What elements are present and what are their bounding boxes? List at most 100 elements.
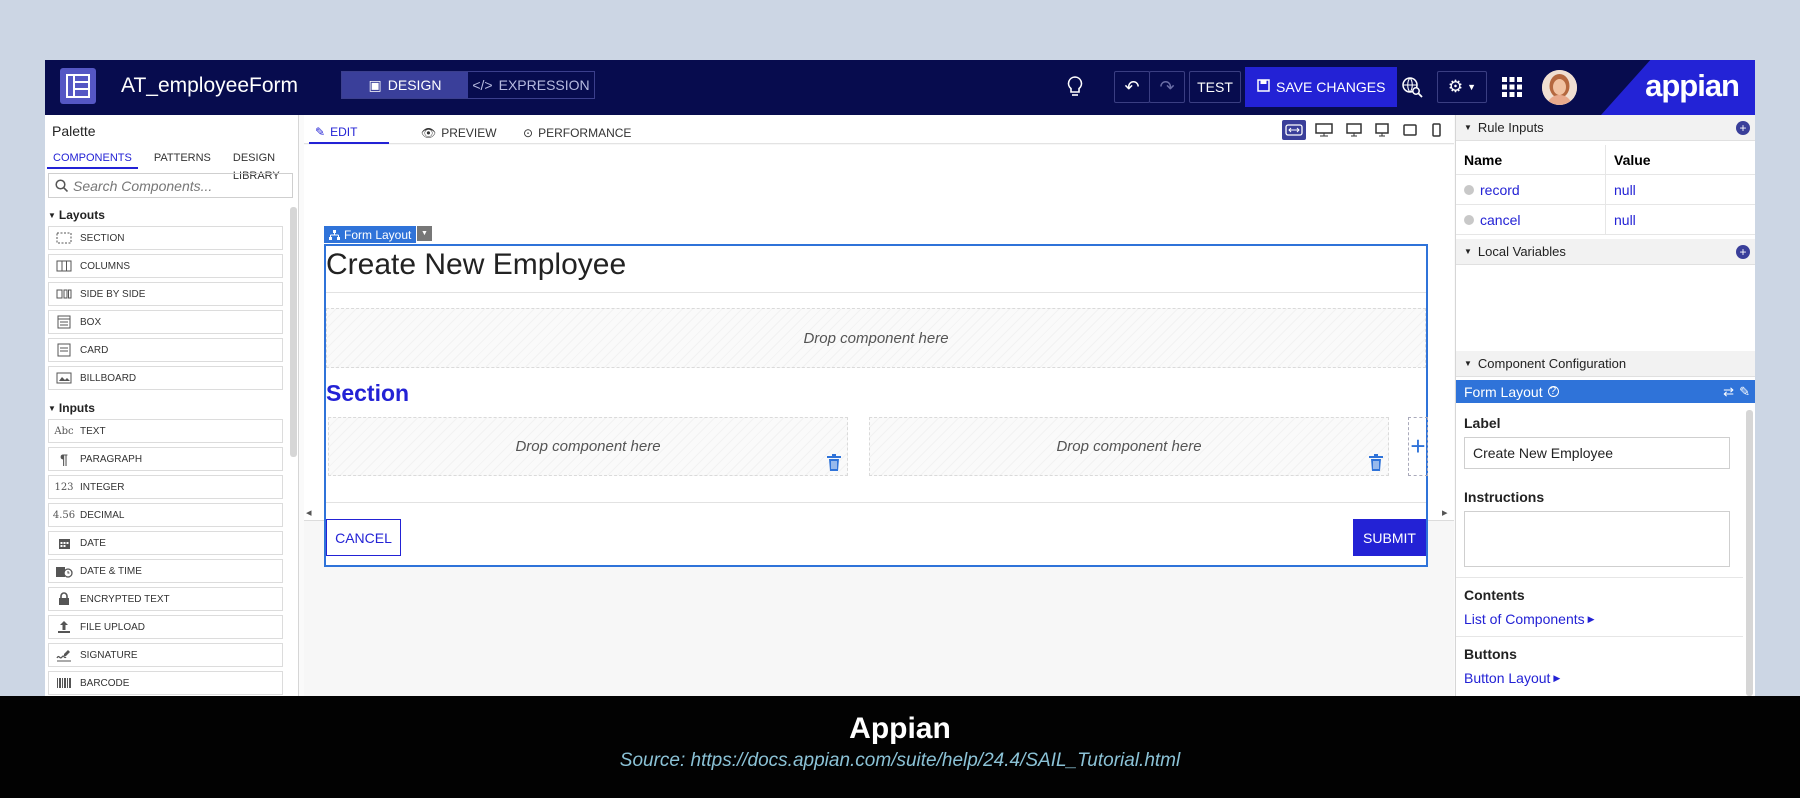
form-layout-menu-button[interactable]: ▼ xyxy=(417,226,432,241)
palette-item-label: FILE UPLOAD xyxy=(80,621,146,633)
tab-performance[interactable]: ⊙ PERFORMANCE xyxy=(517,122,637,144)
desktop-wide-button[interactable] xyxy=(1312,120,1336,140)
rule-input-name[interactable]: cancel xyxy=(1480,212,1520,228)
group-layouts[interactable]: ▼ Layouts xyxy=(48,208,105,222)
apps-grid-icon[interactable] xyxy=(1497,71,1527,103)
contents-link[interactable]: List of Components ▶ xyxy=(1464,611,1595,627)
palette-scrollbar[interactable] xyxy=(290,207,297,457)
table-header: Name Value xyxy=(1456,145,1755,175)
expression-mode-button[interactable]: </> EXPRESSION xyxy=(468,72,594,98)
scroll-left-icon[interactable]: ◂ xyxy=(306,506,312,519)
palette-item-label: INTEGER xyxy=(80,481,125,493)
add-rule-input-icon[interactable]: + xyxy=(1736,121,1750,135)
table-row[interactable]: cancel null xyxy=(1456,205,1755,235)
submit-button[interactable]: SUBMIT xyxy=(1353,519,1426,556)
palette-item-columns[interactable]: COLUMNS xyxy=(48,254,283,278)
divider xyxy=(326,292,1426,293)
trash-icon[interactable] xyxy=(826,454,842,472)
palette-item-label: COLUMNS xyxy=(80,260,131,272)
instructions-textarea[interactable] xyxy=(1464,511,1730,567)
palette-item-label: DECIMAL xyxy=(80,509,125,521)
save-changes-button[interactable]: SAVE CHANGES xyxy=(1245,67,1398,107)
panel-scrollbar[interactable] xyxy=(1746,410,1753,696)
rule-input-value[interactable]: null xyxy=(1606,212,1636,228)
form-layout-tag[interactable]: Form Layout xyxy=(324,226,417,243)
rule-inputs-header[interactable]: ▼ Rule Inputs + xyxy=(1456,115,1755,141)
palette-item-side-by-side[interactable]: SIDE BY SIDE xyxy=(48,282,283,306)
test-label: TEST xyxy=(1197,79,1233,95)
fit-width-button[interactable] xyxy=(1282,120,1306,140)
edit-icon[interactable]: ✎ xyxy=(1739,384,1750,400)
locale-search-icon[interactable] xyxy=(1397,71,1427,103)
palette-item-barcode[interactable]: BARCODE xyxy=(48,671,283,695)
test-button[interactable]: TEST xyxy=(1189,71,1241,103)
undo-icon: ↶ xyxy=(1124,76,1140,97)
palette-item-label: PARAGRAPH xyxy=(80,453,143,465)
palette-item-box[interactable]: BOX xyxy=(48,310,283,334)
fit-width-icon xyxy=(1285,124,1303,136)
rule-input-name[interactable]: record xyxy=(1480,182,1520,198)
cancel-button[interactable]: CANCEL xyxy=(326,519,401,556)
phone-button[interactable] xyxy=(1424,120,1448,140)
side-by-side-icon xyxy=(55,288,73,300)
add-local-variable-icon[interactable]: + xyxy=(1736,245,1750,259)
component-configuration-body: Label Create New Employee Instructions C… xyxy=(1456,403,1743,696)
selected-component-bar: Form Layout ? ⇄ ✎ xyxy=(1456,380,1755,403)
palette-item-encrypted-text[interactable]: ENCRYPTED TEXT xyxy=(48,587,283,611)
scroll-right-icon[interactable]: ▸ xyxy=(1442,506,1448,519)
add-column-button[interactable]: + xyxy=(1408,417,1428,476)
palette-item-section[interactable]: SECTION xyxy=(48,226,283,250)
lightbulb-icon[interactable] xyxy=(1060,71,1090,103)
palette-item-date[interactable]: DATE xyxy=(48,531,283,555)
integer-icon: 123 xyxy=(54,481,74,493)
palette-item-paragraph[interactable]: ¶ PARAGRAPH xyxy=(48,447,283,471)
search-components-input[interactable]: Search Components... xyxy=(48,173,293,198)
settings-menu-button[interactable]: ⚙ ▼ xyxy=(1437,71,1487,103)
table-row[interactable]: record null xyxy=(1456,175,1755,205)
swap-icon[interactable]: ⇄ xyxy=(1723,384,1734,400)
rule-input-value[interactable]: null xyxy=(1606,182,1636,198)
local-variables-header[interactable]: ▼ Local Variables + xyxy=(1456,239,1755,265)
drop-zone-column-2[interactable]: Drop component here xyxy=(869,417,1389,476)
palette-item-text[interactable]: Abc TEXT xyxy=(48,419,283,443)
buttons-link[interactable]: Button Layout ▶ xyxy=(1464,670,1560,686)
group-layouts-label: Layouts xyxy=(58,208,105,222)
caption-footer: Appian Source: https://docs.appian.com/s… xyxy=(0,696,1800,798)
form-layout[interactable]: Create New Employee Drop component here … xyxy=(324,244,1428,567)
tab-preview[interactable]: 👁 PREVIEW xyxy=(415,122,503,144)
instructions-heading: Instructions xyxy=(1464,489,1545,505)
palette-item-label: BILLBOARD xyxy=(80,372,137,384)
label-input[interactable]: Create New Employee xyxy=(1464,437,1730,469)
interface-name: AT_employeeForm xyxy=(121,74,299,97)
tab-patterns[interactable]: PATTERNS xyxy=(148,149,217,169)
help-icon[interactable]: ? xyxy=(1547,386,1559,397)
palette-item-decimal[interactable]: 4.56 DECIMAL xyxy=(48,503,283,527)
group-inputs[interactable]: ▼ Inputs xyxy=(48,401,95,415)
component-configuration-header[interactable]: ▼ Component Configuration xyxy=(1456,351,1755,377)
palette-item-integer[interactable]: 123 INTEGER xyxy=(48,475,283,499)
form-layout-tag-label: Form Layout xyxy=(344,227,412,242)
palette-item-card[interactable]: CARD xyxy=(48,338,283,362)
palette-item-billboard[interactable]: BILLBOARD xyxy=(48,366,283,390)
tablet-landscape-button[interactable] xyxy=(1370,120,1394,140)
undo-button[interactable]: ↶ xyxy=(1114,71,1150,103)
palette-item-signature[interactable]: SIGNATURE xyxy=(48,643,283,667)
desktop-button[interactable] xyxy=(1342,120,1366,140)
drop-zone-top[interactable]: Drop component here xyxy=(326,308,1426,368)
drop-zone-column-1[interactable]: Drop component here xyxy=(328,417,848,476)
decimal-icon: 4.56 xyxy=(52,509,76,521)
palette-item-file-upload[interactable]: FILE UPLOAD xyxy=(48,615,283,639)
properties-panel: ▼ Rule Inputs + Name Value record null c… xyxy=(1455,115,1755,696)
user-avatar[interactable] xyxy=(1542,70,1577,105)
form-title: Create New Employee xyxy=(326,248,627,281)
tab-components[interactable]: COMPONENTS xyxy=(47,149,138,169)
tablet-button[interactable] xyxy=(1398,120,1422,140)
redo-button[interactable]: ↷ xyxy=(1149,71,1185,103)
code-icon: </> xyxy=(472,77,493,93)
tab-edit[interactable]: ✎ EDIT xyxy=(309,122,389,144)
palette-item-date-time[interactable]: DATE & TIME xyxy=(48,559,283,583)
palette-item-label: BARCODE xyxy=(80,677,130,689)
design-mode-button[interactable]: ▣ DESIGN xyxy=(342,72,468,98)
tab-design-library[interactable]: DESIGN LIBRARY xyxy=(227,149,299,182)
trash-icon[interactable] xyxy=(1368,454,1384,472)
